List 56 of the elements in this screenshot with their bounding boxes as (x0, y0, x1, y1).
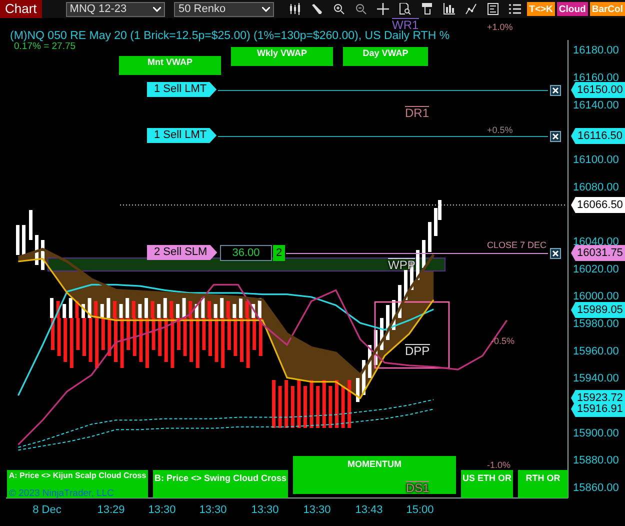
price-axis-label: 15900.00 (573, 427, 619, 440)
price-axis-label: 16080.00 (573, 181, 619, 194)
order-label[interactable]: 2 Sell SLM (147, 245, 218, 260)
time-axis-label: 13:30 (302, 504, 332, 516)
level-label: DR1 (405, 106, 430, 119)
time-axis-label: 13:30 (250, 504, 280, 516)
price-axis-label: 16180.00 (573, 44, 619, 57)
offset-field[interactable]: 36.00 (220, 245, 272, 261)
order-price-label: 16116.50 (571, 128, 625, 144)
price-axis-label: 16140.00 (573, 99, 619, 112)
price-axis-label: 16000.00 (573, 290, 619, 303)
level-label: DS1 (406, 481, 430, 494)
time-axis-label: 13:43 (354, 504, 384, 516)
level-label: DPP (405, 344, 430, 357)
toolbar-toggle-button[interactable]: Cloud (556, 2, 588, 16)
quantity-badge[interactable]: 2 (273, 245, 285, 261)
price-axis-label: 16020.00 (573, 263, 619, 276)
level-label: -1.0% (487, 461, 511, 470)
price-axis-label: 16040.00 (573, 236, 619, 248)
level-label: WR1 (392, 18, 419, 31)
indicator-button[interactable]: Mnt VWAP (119, 56, 221, 75)
price-axis-label: 16160.00 (573, 72, 619, 84)
signal-button[interactable]: B: Price <> Swing Cloud Cross (153, 470, 288, 498)
order-label[interactable]: 1 Sell LMT (147, 128, 217, 143)
indicator-button[interactable]: Wkly VWAP (231, 47, 333, 66)
time-axis-label: 8 Dec (32, 504, 62, 516)
price-axis-label: 15860.00 (573, 482, 619, 494)
time-axis-label: 13:30 (147, 504, 177, 516)
chart-tab[interactable]: Chart (0, 0, 42, 18)
level-label: +0.5% (487, 126, 513, 135)
order-label[interactable]: 1 Sell LMT (147, 82, 217, 97)
interval-dropdown[interactable]: 50 Renko (174, 2, 274, 16)
time-axis-label: 15:00 (405, 504, 435, 516)
price-marker-label: 15989.05 (571, 302, 625, 318)
signal-button[interactable]: US ETH OR (461, 470, 513, 498)
last-price-label: 16066.50 (571, 197, 625, 213)
indicator-button[interactable]: Day VWAP (343, 47, 428, 66)
order-price-label: 16150.00 (571, 82, 625, 98)
level-label: CLOSE 7 DEC (487, 241, 547, 250)
chart-title: (M)NQ 050 RE May 20 (1 Brick=12.5p=$25.00) (1%=130p=$260.00), US Daily RTH % (10, 30, 450, 42)
price-axis-label: 15960.00 (573, 345, 619, 358)
signal-button[interactable]: RTH OR (518, 470, 568, 498)
price-axis-label: 15980.00 (573, 318, 619, 330)
order-price-label: 16031.75 (571, 245, 625, 261)
toolbar-toggle-button[interactable]: T<>K (527, 2, 555, 16)
copyright-text: © 2023 NinjaTrader, LLC (9, 488, 114, 498)
range-readout: 0.17% = 27.75 (14, 42, 76, 52)
price-marker-label: 15916.91 (571, 401, 625, 417)
level-label: +1.0% (487, 23, 513, 32)
toolbar-toggle-button[interactable]: BarCol (590, 2, 625, 16)
price-axis-label: 15940.00 (573, 372, 619, 385)
time-axis-label: 13:30 (198, 504, 228, 516)
price-axis-label: 16100.00 (573, 154, 619, 166)
instrument-dropdown[interactable]: MNQ 12-23 (66, 2, 166, 16)
time-axis-label: 13:29 (96, 504, 126, 516)
price-axis-label: 15880.00 (573, 454, 619, 467)
